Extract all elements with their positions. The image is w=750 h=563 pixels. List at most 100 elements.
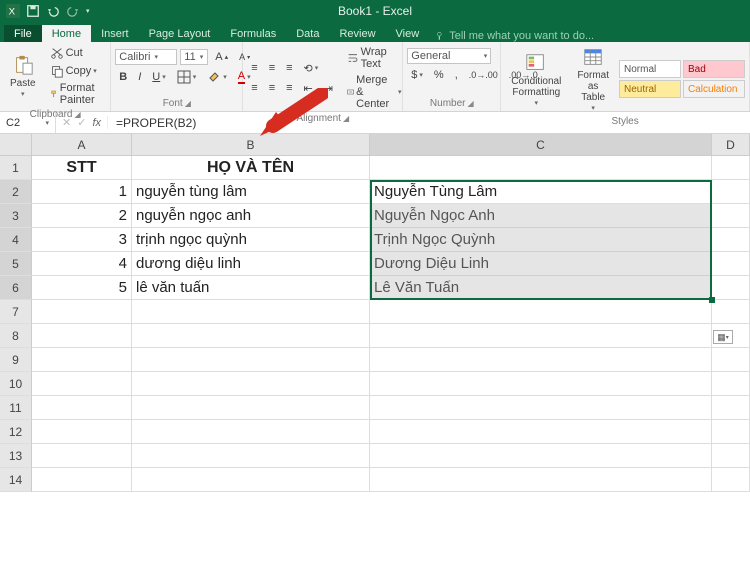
cell[interactable] xyxy=(32,396,132,420)
cell[interactable] xyxy=(712,204,750,228)
cell[interactable] xyxy=(712,420,750,444)
name-box[interactable]: C2▾ xyxy=(0,112,56,133)
cell[interactable]: Nguyễn Ngọc Anh xyxy=(370,204,712,228)
cell[interactable]: Dương Diệu Linh xyxy=(370,252,712,276)
column-header-D[interactable]: D xyxy=(712,134,750,155)
cell[interactable]: trịnh ngọc quỳnh xyxy=(132,228,370,252)
tab-view[interactable]: View xyxy=(386,25,430,42)
font-name-combo[interactable]: Calibri▾ xyxy=(115,49,177,65)
cell[interactable]: lê văn tuấn xyxy=(132,276,370,300)
enter-formula-icon[interactable]: ✓ xyxy=(77,116,86,129)
cell[interactable]: Lê Văn Tuấn xyxy=(370,276,712,300)
cell-A1[interactable]: STT xyxy=(32,156,132,180)
cell[interactable]: 3 xyxy=(32,228,132,252)
increase-font-icon[interactable]: A▴ xyxy=(211,49,232,65)
undo-icon[interactable] xyxy=(46,4,60,18)
row-header[interactable]: 9 xyxy=(0,348,32,372)
cell[interactable] xyxy=(712,252,750,276)
cell[interactable] xyxy=(132,324,370,348)
cell[interactable] xyxy=(32,468,132,492)
insert-function-icon[interactable]: fx xyxy=(92,117,101,129)
cell[interactable] xyxy=(370,324,712,348)
row-header[interactable]: 4 xyxy=(0,228,32,252)
cell[interactable] xyxy=(32,348,132,372)
cancel-formula-icon[interactable]: ✕ xyxy=(62,116,71,129)
cell[interactable]: Nguyễn Tùng Lâm xyxy=(370,180,712,204)
borders-button[interactable]: ▾ xyxy=(173,68,201,86)
cell[interactable]: 4 xyxy=(32,252,132,276)
cell[interactable]: Trịnh Ngọc Quỳnh xyxy=(370,228,712,252)
cell[interactable] xyxy=(32,444,132,468)
cell[interactable] xyxy=(712,372,750,396)
redo-icon[interactable] xyxy=(66,4,80,18)
cell-style-calculation[interactable]: Calculation xyxy=(683,80,745,98)
cell-style-neutral[interactable]: Neutral xyxy=(619,80,681,98)
row-header[interactable]: 10 xyxy=(0,372,32,396)
cell[interactable] xyxy=(32,324,132,348)
cell[interactable] xyxy=(712,276,750,300)
row-header[interactable]: 11 xyxy=(0,396,32,420)
cell-style-bad[interactable]: Bad xyxy=(683,60,745,78)
cell-style-normal[interactable]: Normal xyxy=(619,60,681,78)
copy-button[interactable]: Copy▾ xyxy=(46,62,107,80)
italic-button[interactable]: I xyxy=(134,69,145,85)
cell[interactable] xyxy=(370,444,712,468)
tab-formulas[interactable]: Formulas xyxy=(220,25,286,42)
cell[interactable] xyxy=(132,300,370,324)
tab-insert[interactable]: Insert xyxy=(91,25,139,42)
row-header[interactable]: 1 xyxy=(0,156,32,180)
row-header[interactable]: 2 xyxy=(0,180,32,204)
column-header-A[interactable]: A xyxy=(32,134,132,155)
row-header[interactable]: 12 xyxy=(0,420,32,444)
cell[interactable] xyxy=(370,300,712,324)
cell[interactable] xyxy=(32,300,132,324)
cell[interactable] xyxy=(132,444,370,468)
merge-center-button[interactable]: Merge & Center▾ xyxy=(343,72,406,112)
fill-handle[interactable] xyxy=(709,297,715,303)
cell[interactable] xyxy=(712,180,750,204)
font-dialog-launcher-icon[interactable]: ◢ xyxy=(185,99,191,108)
align-middle-icon[interactable]: ≡ xyxy=(265,60,279,76)
format-as-table-button[interactable]: Format as Table▾ xyxy=(571,44,615,115)
cell[interactable] xyxy=(132,468,370,492)
comma-format-icon[interactable]: , xyxy=(451,67,462,83)
align-bottom-icon[interactable]: ≡ xyxy=(282,60,296,76)
font-size-combo[interactable]: 11▾ xyxy=(180,49,208,65)
row-header[interactable]: 5 xyxy=(0,252,32,276)
align-top-icon[interactable]: ≡ xyxy=(247,60,261,76)
column-header-B[interactable]: B xyxy=(132,134,370,155)
tab-file[interactable]: File xyxy=(4,25,42,42)
cut-button[interactable]: Cut xyxy=(46,44,107,62)
save-icon[interactable] xyxy=(26,4,40,18)
increase-indent-icon[interactable]: ⇥ xyxy=(320,80,337,97)
cell-B1[interactable]: HỌ VÀ TÊN xyxy=(132,156,370,180)
cell[interactable]: dương diệu linh xyxy=(132,252,370,276)
cell-D1[interactable] xyxy=(712,156,750,180)
cell[interactable] xyxy=(712,348,750,372)
qat-dropdown-icon[interactable]: ▾ xyxy=(86,7,90,15)
cell[interactable] xyxy=(370,420,712,444)
underline-button[interactable]: U▾ xyxy=(148,69,169,85)
paste-button[interactable]: Paste ▾ xyxy=(4,52,42,101)
cell[interactable] xyxy=(712,468,750,492)
spreadsheet-grid[interactable]: A B C D 1 STT HỌ VÀ TÊN 2 1 nguyễn tùng … xyxy=(0,134,750,492)
cell[interactable] xyxy=(712,300,750,324)
cell[interactable] xyxy=(370,372,712,396)
align-center-icon[interactable]: ≡ xyxy=(265,80,279,96)
cell[interactable]: 2 xyxy=(32,204,132,228)
conditional-formatting-button[interactable]: Conditional Formatting▾ xyxy=(505,50,567,110)
cell[interactable] xyxy=(370,396,712,420)
row-header[interactable]: 3 xyxy=(0,204,32,228)
cell[interactable] xyxy=(370,348,712,372)
tab-page-layout[interactable]: Page Layout xyxy=(139,25,221,42)
number-dialog-launcher-icon[interactable]: ◢ xyxy=(467,99,473,108)
tab-home[interactable]: Home xyxy=(42,25,91,42)
accounting-format-icon[interactable]: $▾ xyxy=(407,67,427,83)
cell[interactable]: nguyễn tùng lâm xyxy=(132,180,370,204)
formula-input[interactable]: =PROPER(B2) xyxy=(108,112,750,133)
cell[interactable] xyxy=(370,468,712,492)
tab-data[interactable]: Data xyxy=(286,25,329,42)
cell[interactable] xyxy=(132,420,370,444)
cell[interactable] xyxy=(32,372,132,396)
row-header[interactable]: 7 xyxy=(0,300,32,324)
